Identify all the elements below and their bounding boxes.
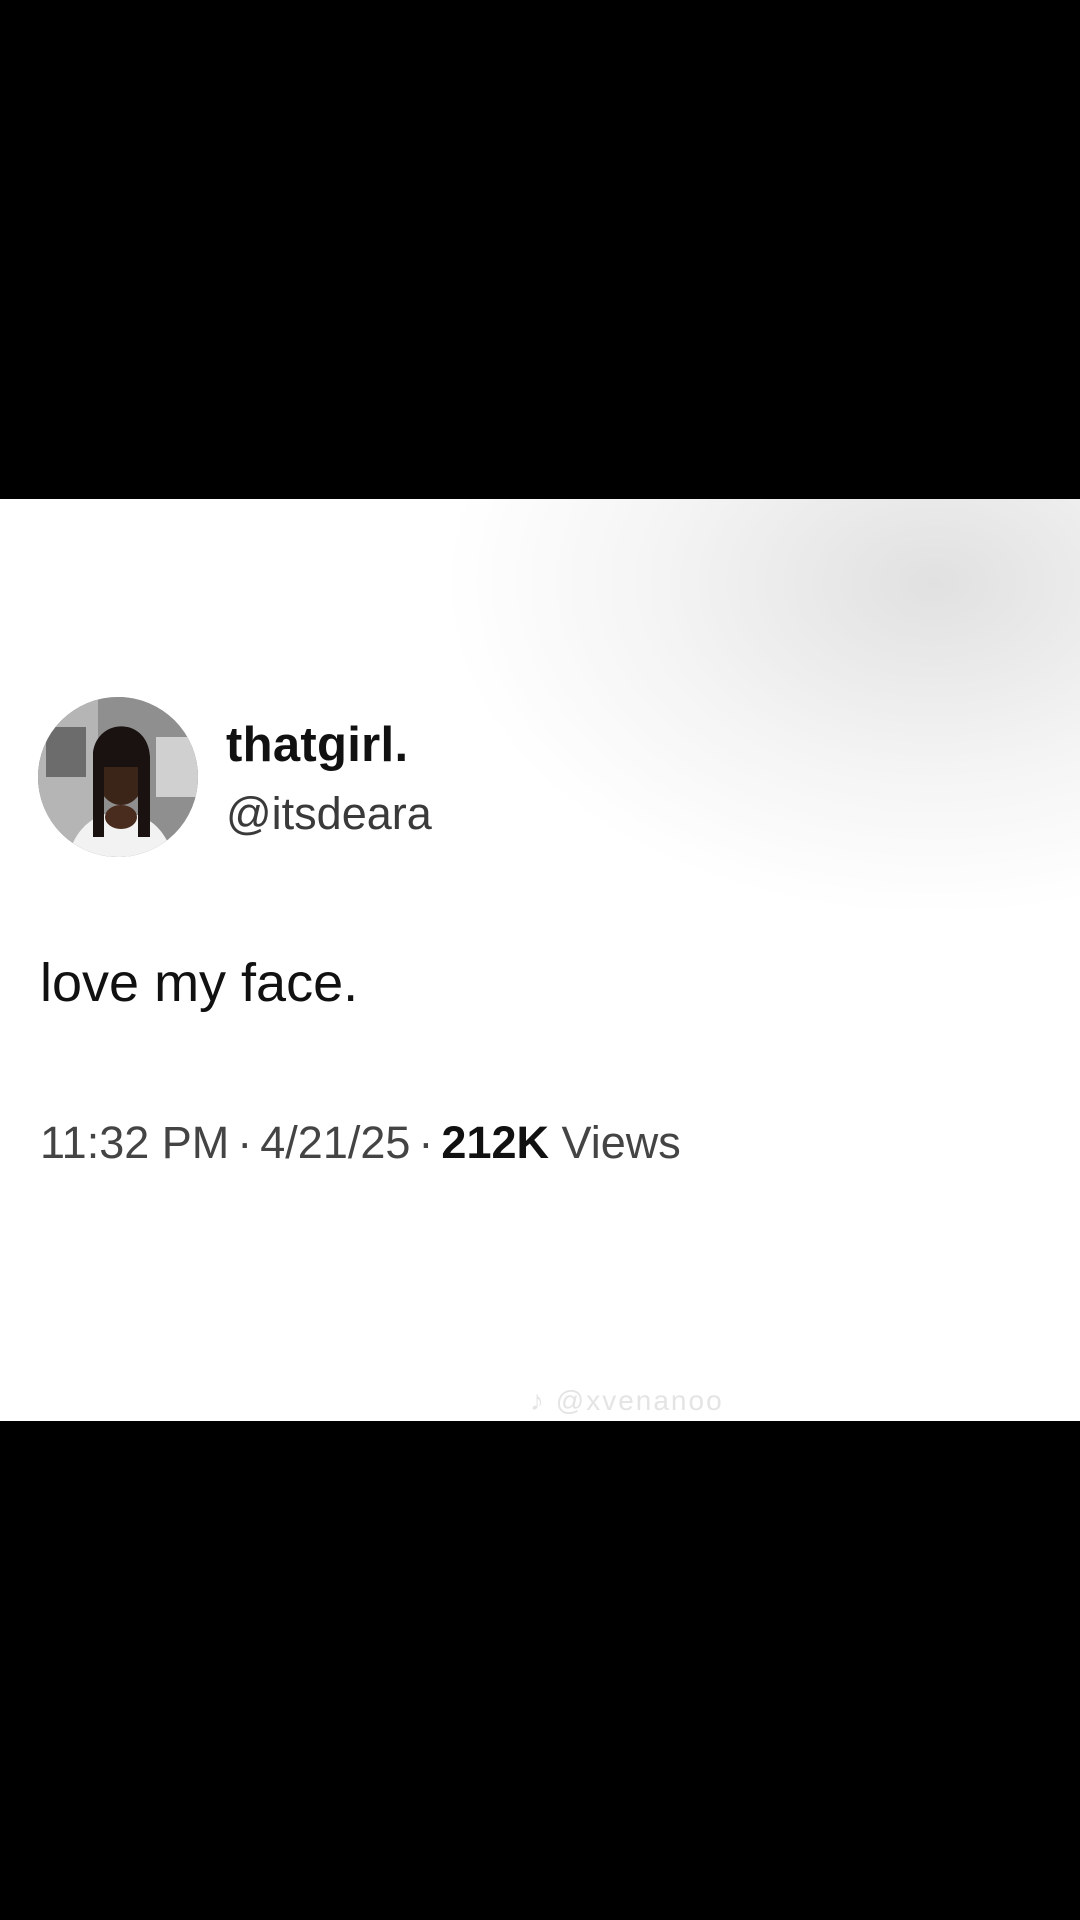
tweet-text: love my face. — [40, 953, 359, 1013]
views-count: 212K — [441, 1117, 549, 1168]
separator: · — [237, 1117, 253, 1168]
watermark: ♪ @xvenanoo — [530, 1385, 724, 1416]
tweet-time: 11:32 PM — [40, 1117, 230, 1168]
tweet-metadata: 11:32 PM · 4/21/25 · 212K Views — [40, 1117, 681, 1169]
letterbox-top — [0, 0, 1080, 499]
separator: · — [418, 1117, 434, 1168]
avatar-image — [38, 697, 198, 857]
video-frame: thatgirl. @itsdeara love my face. 11:32 … — [0, 0, 1080, 1920]
letterbox-bottom — [0, 1421, 1080, 1920]
tweet-card: thatgirl. @itsdeara love my face. 11:32 … — [0, 499, 1080, 1421]
views-label: Views — [561, 1117, 681, 1168]
avatar[interactable] — [38, 697, 198, 857]
tweet-date: 4/21/25 — [260, 1117, 411, 1168]
user-handle[interactable]: @itsdeara — [226, 788, 432, 840]
display-name[interactable]: thatgirl. — [226, 717, 408, 773]
